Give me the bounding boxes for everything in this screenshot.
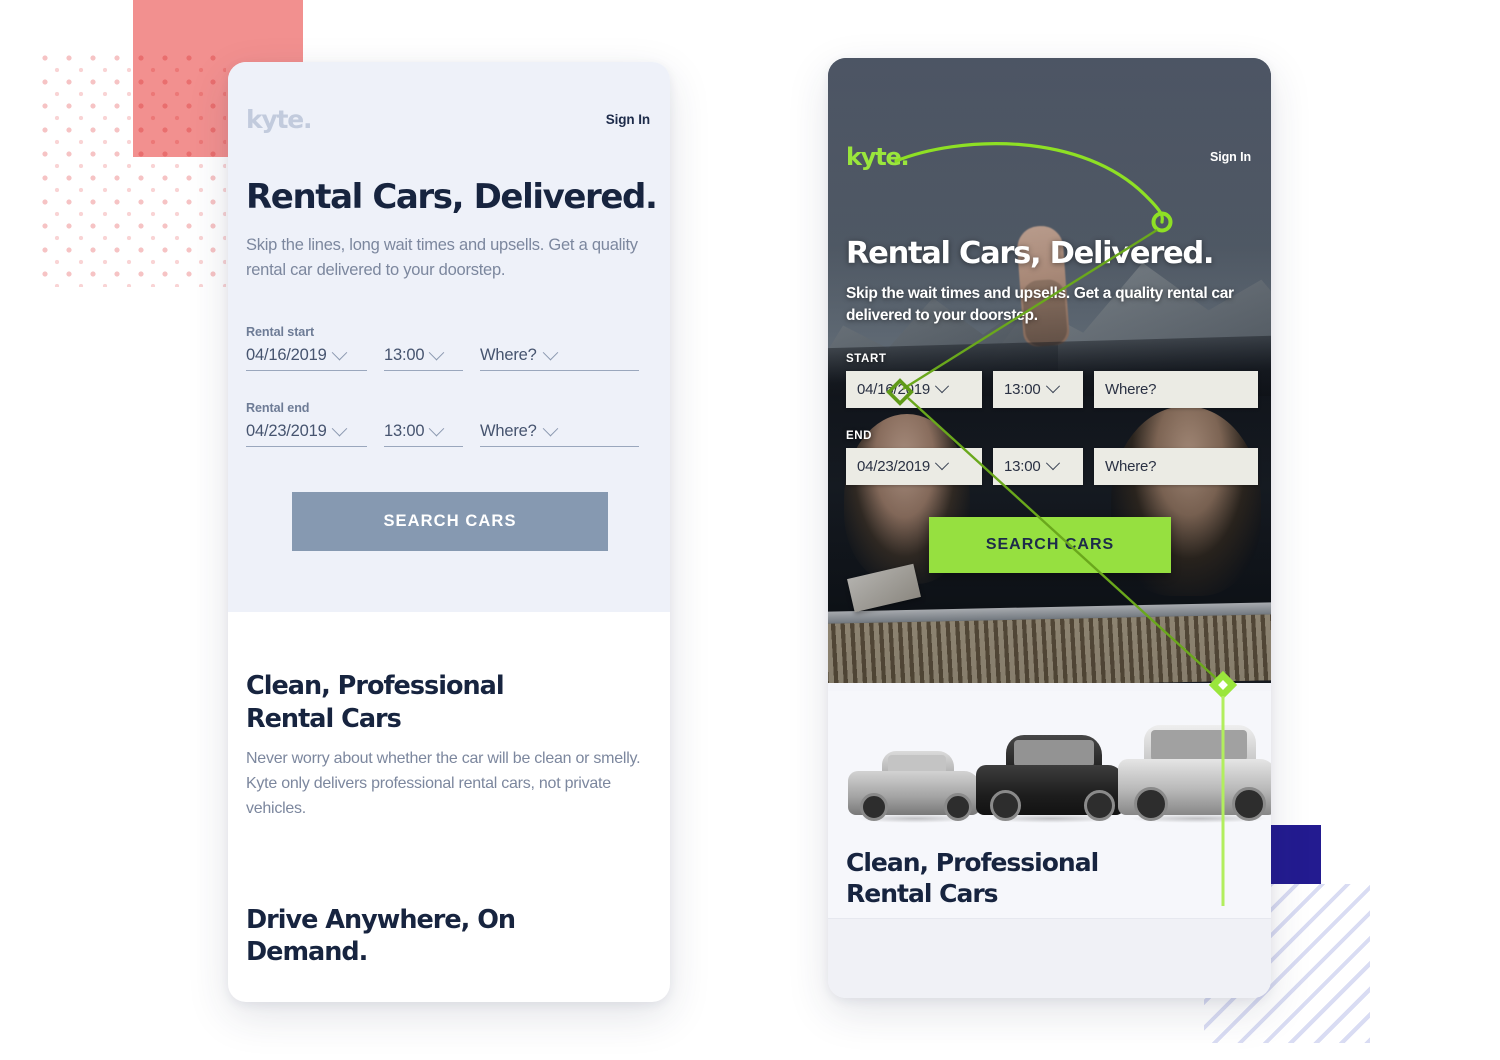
car-wheel — [990, 790, 1021, 821]
car-window — [1014, 740, 1094, 767]
search-cars-button[interactable]: SEARCH CARS — [292, 492, 608, 552]
sign-in-link[interactable]: Sign In — [1210, 150, 1251, 164]
end-time-value: 13:00 — [1004, 457, 1041, 475]
start-group: START 04/16/2019 13:00 Where? — [846, 353, 1271, 408]
chevron-down-icon — [935, 456, 950, 471]
left-hero-section: kyte. Sign In Rental Cars, Delivered. Sk… — [228, 62, 670, 612]
end-label: END — [846, 429, 873, 442]
end-date-value: 04/23/2019 — [246, 422, 327, 441]
kyte-logo[interactable]: kyte. — [246, 107, 313, 132]
car-wheel — [944, 793, 972, 821]
car-wheel — [1232, 787, 1266, 821]
car-convertible — [848, 725, 982, 823]
mobile-mockup-card: kyte. Sign In Rental Cars, Delivered. Sk… — [828, 58, 1271, 998]
footer-band — [828, 918, 1271, 998]
page-subtitle: Skip the wait times and upsells. Get a q… — [846, 284, 1234, 324]
end-date-select[interactable]: 04/23/2019 — [846, 447, 982, 485]
start-time-select[interactable]: 13:00 — [993, 370, 1083, 408]
car-lineup-image — [846, 691, 1271, 829]
left-top-bar: kyte. Sign In — [228, 102, 670, 136]
rental-start-label: Rental start — [246, 325, 315, 340]
end-location-input[interactable]: Where? — [1094, 447, 1258, 485]
car-wheel — [1084, 790, 1115, 821]
rental-start-row: 04/16/2019 13:00 Where? — [246, 345, 670, 372]
end-location-select[interactable]: Where? — [480, 421, 639, 448]
end-date-value: 04/23/2019 — [857, 457, 931, 475]
page-title: Rental Cars, Delivered. — [246, 177, 658, 217]
chevron-down-icon — [331, 421, 347, 437]
page-title: Rental Cars, Delivered. — [846, 236, 1215, 271]
feature-two-heading: Drive Anywhere, On Demand. — [246, 904, 516, 968]
end-time-select[interactable]: 13:00 — [384, 421, 463, 448]
chevron-down-icon — [429, 421, 445, 437]
search-cars-button[interactable]: SEARCH CARS — [929, 516, 1171, 573]
start-row: 04/16/2019 13:00 Where? — [846, 370, 1271, 408]
chevron-down-icon — [542, 421, 558, 437]
end-location-placeholder: Where? — [1105, 457, 1157, 475]
rental-end-row: 04/23/2019 13:00 Where? — [246, 421, 670, 448]
car-suv — [1118, 699, 1271, 823]
start-date-value: 04/16/2019 — [246, 346, 327, 365]
car-hatchback — [976, 709, 1126, 823]
end-group: END 04/23/2019 13:00 Where? — [846, 430, 1271, 485]
start-date-select[interactable]: 04/16/2019 — [246, 345, 367, 372]
chevron-down-icon — [429, 345, 445, 361]
left-body-section: Clean, Professional Rental Cars Never wo… — [228, 612, 670, 969]
right-body-section: Clean, Professional Rental Cars — [828, 691, 1271, 998]
right-top-bar: kyte. Sign In — [828, 142, 1271, 172]
feature-one-heading: Clean, Professional Rental Cars — [246, 671, 505, 734]
right-hero-section: kyte. Sign In Rental Cars, Delivered. Sk… — [828, 58, 1271, 683]
right-hero-content: kyte. Sign In Rental Cars, Delivered. Sk… — [828, 58, 1271, 683]
start-location-placeholder: Where? — [1105, 380, 1157, 398]
start-time-select[interactable]: 13:00 — [384, 345, 463, 372]
start-date-select[interactable]: 04/16/2019 — [846, 370, 982, 408]
car-window — [1151, 730, 1247, 761]
start-date-value: 04/16/2019 — [857, 380, 931, 398]
sign-in-link[interactable]: Sign In — [606, 112, 650, 127]
chevron-down-icon — [1045, 379, 1060, 394]
feature-one-body: Never worry about whether the car will b… — [246, 750, 641, 817]
end-location-value: Where? — [480, 422, 537, 441]
car-wheel — [1134, 787, 1168, 821]
rental-start-group: Rental start 04/16/2019 13:00 Where? — [246, 325, 670, 372]
chevron-down-icon — [1045, 456, 1060, 471]
start-location-select[interactable]: Where? — [480, 345, 639, 372]
end-date-select[interactable]: 04/23/2019 — [246, 421, 367, 448]
chevron-down-icon — [935, 379, 950, 394]
rental-end-group: Rental end 04/23/2019 13:00 Where? — [246, 401, 670, 448]
chevron-down-icon — [331, 345, 347, 361]
car-wheel — [860, 793, 888, 821]
chevron-down-icon — [542, 345, 558, 361]
start-time-value: 13:00 — [1004, 380, 1041, 398]
kyte-logo[interactable]: kyte. — [846, 145, 910, 169]
start-location-input[interactable]: Where? — [1094, 370, 1258, 408]
feature-one-heading: Clean, Professional Rental Cars — [846, 848, 1099, 909]
desktop-mockup-card: kyte. Sign In Rental Cars, Delivered. Sk… — [228, 62, 670, 1002]
rental-end-label: Rental end — [246, 401, 310, 416]
end-row: 04/23/2019 13:00 Where? — [846, 447, 1271, 485]
end-time-select[interactable]: 13:00 — [993, 447, 1083, 485]
page-subtitle: Skip the lines, long wait times and upse… — [246, 235, 638, 279]
start-location-value: Where? — [480, 346, 537, 365]
end-time-value: 13:00 — [384, 422, 425, 441]
start-label: START — [846, 352, 887, 365]
canvas: kyte. Sign In Rental Cars, Delivered. Sk… — [0, 0, 1500, 1060]
start-time-value: 13:00 — [384, 346, 425, 365]
